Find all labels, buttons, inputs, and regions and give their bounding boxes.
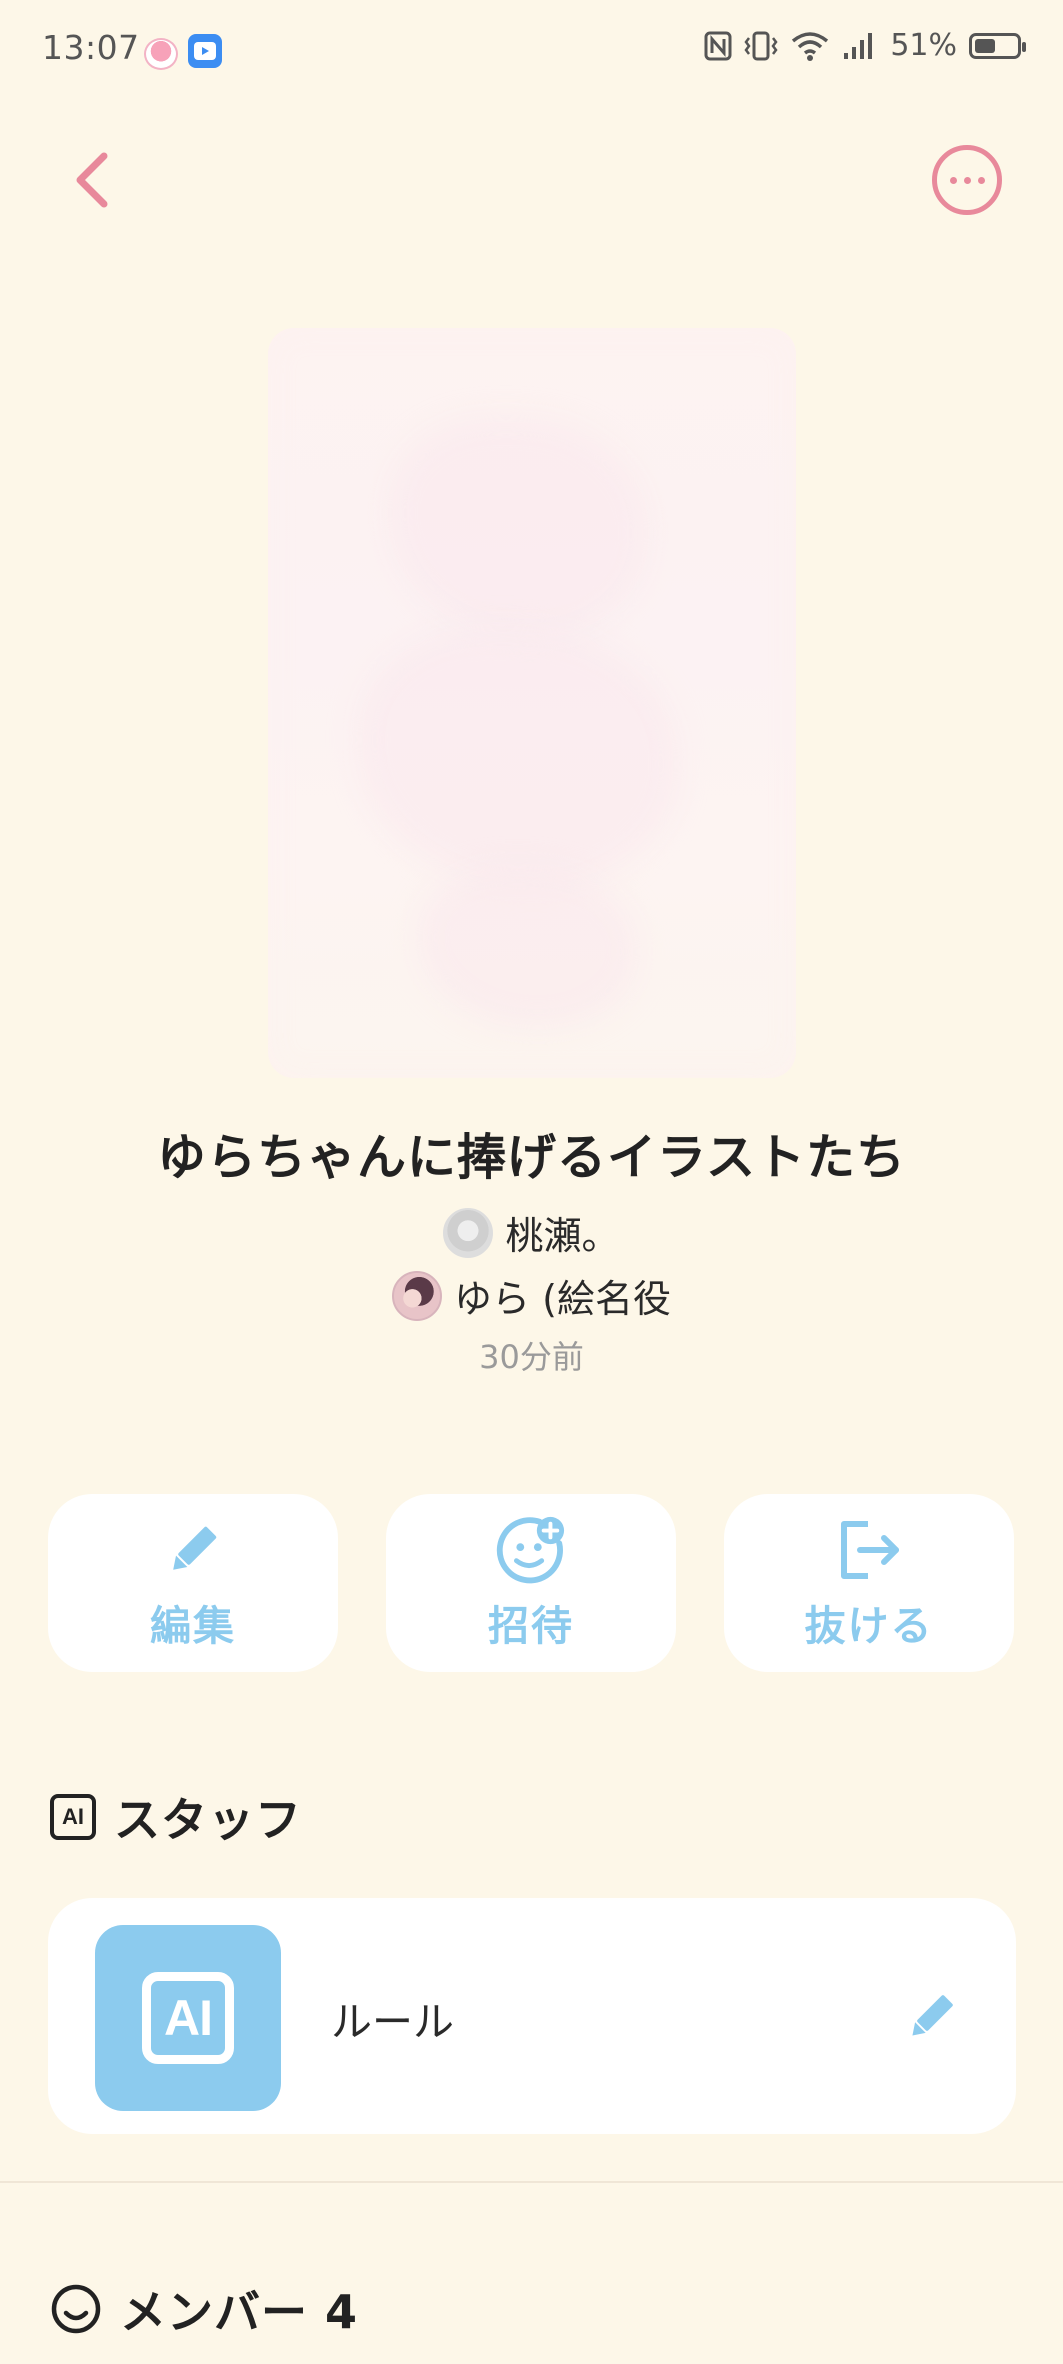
add-friend-icon: [495, 1514, 567, 1586]
status-time: 13:07: [42, 28, 140, 67]
leave-button[interactable]: 抜ける: [724, 1494, 1014, 1672]
author-name: 桃瀬。: [505, 1214, 620, 1258]
author-name: ゆら (絵名役: [454, 1277, 671, 1321]
pencil-icon: [157, 1514, 229, 1586]
staff-edit-button[interactable]: [896, 1982, 966, 2052]
signal-icon: [844, 32, 873, 59]
battery-fill: [975, 38, 995, 53]
exit-icon: [833, 1514, 905, 1586]
staff-item-card[interactable]: AI ルール: [48, 1898, 1016, 2134]
back-button[interactable]: [62, 145, 122, 215]
chevron-left-icon: [76, 152, 108, 208]
pencil-icon: [912, 1995, 953, 2036]
leave-label: 抜ける: [804, 1602, 934, 1650]
staff-section-header: AI スタッフ: [50, 1784, 302, 1850]
status-bar: 13:07 51%: [0, 0, 1063, 100]
more-options-button[interactable]: [932, 145, 1002, 215]
staff-avatar: AI: [95, 1925, 281, 2111]
cover-shape: [358, 628, 678, 888]
invite-label: 招待: [488, 1602, 574, 1650]
author-row[interactable]: 桃瀬。: [0, 1205, 1063, 1260]
members-section-title: メンバー 4: [120, 2285, 359, 2339]
members-section-header: メンバー 4: [50, 2276, 358, 2342]
battery-percent: 51%: [890, 28, 957, 63]
teacup-app-icon: [144, 38, 178, 70]
nfc-icon: [704, 31, 732, 60]
battery-icon: [969, 32, 1026, 59]
avatar: [443, 1207, 494, 1258]
avatar: [392, 1270, 443, 1321]
staff-section-title: スタッフ: [114, 1793, 302, 1847]
vibrate-icon: [744, 31, 778, 60]
wifi-icon: [792, 31, 829, 61]
album-title: ゆらちゃんに捧げるイラストたち: [156, 1129, 907, 1186]
ai-badge-icon: AI: [50, 1794, 96, 1840]
status-indicators: 51%: [704, 28, 1026, 63]
more-horizontal-icon: [949, 176, 957, 184]
youtube-app-icon: [188, 34, 222, 68]
album-timestamp: 30分前: [479, 1338, 584, 1376]
cover-shape: [388, 418, 648, 638]
section-divider: [0, 2181, 1063, 2183]
edit-button[interactable]: 編集: [48, 1494, 338, 1672]
smile-icon: [51, 2284, 101, 2334]
more-dot: [963, 176, 971, 184]
author-row[interactable]: ゆら (絵名役: [0, 1268, 1063, 1323]
ai-badge-icon: AI: [142, 1972, 234, 2064]
more-dot: [977, 176, 985, 184]
album-cover-image[interactable]: [268, 328, 796, 1078]
invite-button[interactable]: 招待: [386, 1494, 676, 1672]
edit-label: 編集: [150, 1602, 236, 1650]
cover-shape: [418, 868, 638, 1028]
staff-name: ルール: [331, 1998, 454, 2046]
